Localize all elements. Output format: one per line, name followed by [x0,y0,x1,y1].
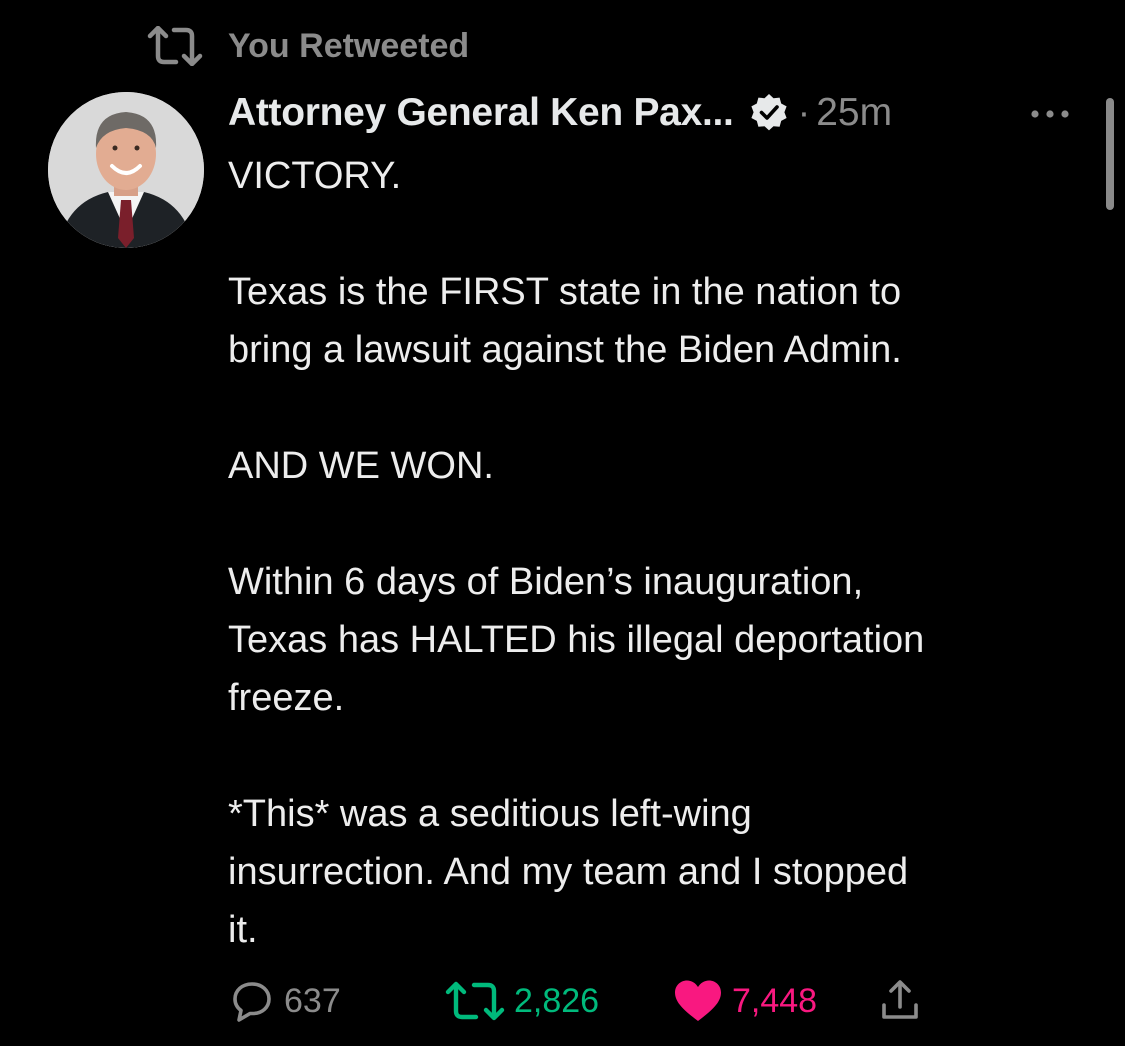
avatar[interactable] [48,92,204,248]
share-button[interactable] [876,972,924,1030]
tweet-line: bring a lawsuit against the Biden Admin. [228,329,902,371]
reply-button[interactable]: 637 [228,972,341,1030]
retweet-context[interactable]: You Retweeted [146,24,469,68]
reply-count: 637 [284,981,341,1020]
verified-badge-icon [748,92,790,134]
scrollbar-thumb[interactable] [1106,98,1114,210]
retweet-context-label: You Retweeted [228,26,470,65]
like-count: 7,448 [732,981,818,1020]
tweet-line: *This* was a seditious left-wing [228,793,752,835]
separator-dot: · [797,91,811,134]
retweet-count: 2,826 [514,981,600,1020]
retweet-icon [444,977,506,1025]
tweet-line: Texas has HALTED his illegal deportation [228,619,925,661]
share-icon [876,977,924,1025]
heart-icon [672,977,724,1025]
timestamp[interactable]: 25m [816,91,892,135]
like-button[interactable]: 7,448 [672,972,817,1030]
tweet-line: it. [228,909,258,951]
tweet-text: VICTORY. Texas is the FIRST state in the… [228,147,1098,959]
tweet-line: AND WE WON. [228,445,494,487]
tweet-line: freeze. [228,677,345,719]
author-name[interactable]: Attorney General Ken Pax... [228,91,734,135]
avatar-photo [48,92,204,248]
retweet-button[interactable]: 2,826 [444,972,599,1030]
tweet-line: Texas is the FIRST state in the nation t… [228,271,902,313]
reply-icon [228,977,276,1025]
tweet-line: VICTORY. [228,155,402,197]
action-bar: 637 2,826 7,448 [228,972,988,1030]
tweet-line: Within 6 days of Biden’s inauguration, [228,561,864,603]
retweet-icon [146,25,204,67]
tweet-line: insurrection. And my team and I stopped [228,851,909,893]
more-options-icon[interactable] [1028,100,1072,128]
tweet-header: Attorney General Ken Pax... · 25m [228,84,892,142]
